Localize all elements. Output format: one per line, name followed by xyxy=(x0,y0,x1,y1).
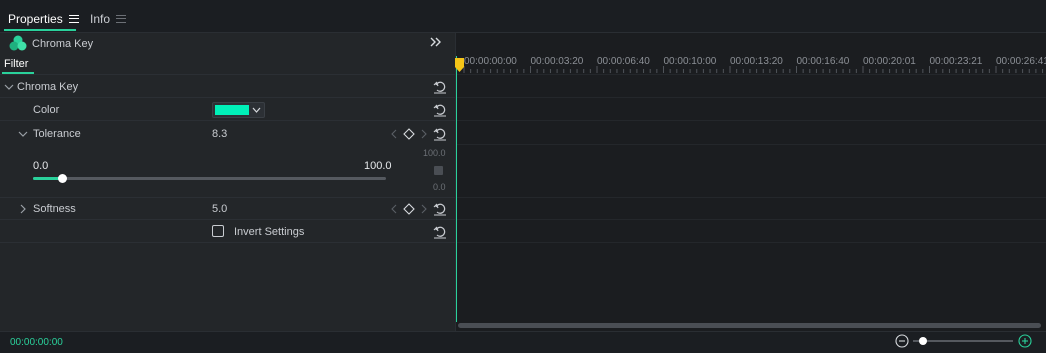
track-line xyxy=(456,120,1046,121)
chevron-down-icon[interactable] xyxy=(18,129,28,139)
playhead-handle[interactable] xyxy=(455,58,464,72)
track-line xyxy=(456,74,1046,75)
zoom-in-icon[interactable] xyxy=(1018,334,1032,348)
menu-icon xyxy=(68,15,79,23)
slider-min-label: 0.0 xyxy=(33,160,49,172)
reset-icon[interactable] xyxy=(433,127,447,141)
color-label: Color xyxy=(33,104,60,116)
double-chevron-right-icon[interactable] xyxy=(429,35,443,49)
slider-max-label: 100.0 xyxy=(364,160,392,172)
divider xyxy=(0,97,455,98)
value-input-icon[interactable] xyxy=(434,166,443,175)
ruler-tick-label: 00:00:23:21 xyxy=(929,56,983,67)
section-chroma-key: Chroma Key xyxy=(17,81,79,93)
divider xyxy=(0,120,455,121)
timeline-scrollbar[interactable] xyxy=(458,323,1041,328)
reset-icon[interactable] xyxy=(433,202,447,216)
keyframe-timeline[interactable] xyxy=(456,33,1046,331)
chevron-down-icon[interactable] xyxy=(4,82,14,92)
track-line xyxy=(456,97,1046,98)
reset-icon[interactable] xyxy=(433,225,447,239)
track-line xyxy=(456,242,1046,243)
subtab-filter[interactable]: Filter xyxy=(4,58,28,70)
color-picker[interactable] xyxy=(212,102,265,118)
keyframe-controls xyxy=(390,127,436,141)
reset-icon[interactable] xyxy=(433,103,447,117)
playhead-line xyxy=(456,56,457,322)
reset-icon[interactable] xyxy=(433,80,447,94)
panel-tab-bar xyxy=(0,0,1046,33)
ruler-tick-label: 00:00:20:01 xyxy=(863,56,916,67)
ruler-tick-label: 00:00:03:20 xyxy=(530,56,584,67)
divider xyxy=(0,74,455,75)
invert-checkbox[interactable] xyxy=(212,225,224,237)
ruler-tick-label: 00:00:13:20 xyxy=(730,56,783,67)
track-line xyxy=(456,144,1046,145)
zoom-slider-track[interactable] xyxy=(913,337,1013,345)
invert-label: Invert Settings xyxy=(234,226,305,238)
divider xyxy=(0,242,455,243)
divider xyxy=(0,197,455,198)
color-swatch xyxy=(215,105,249,115)
ruler-tick-label: 00:00:00:00 xyxy=(464,56,517,67)
ruler-tick-label: 00:00:06:40 xyxy=(597,56,650,67)
ruler-tick-label: 00:00:10:00 xyxy=(663,56,717,67)
tolerance-slider-track[interactable] xyxy=(33,174,386,183)
track-line xyxy=(456,197,1046,198)
keyframe-controls xyxy=(390,202,436,216)
color-circles-icon xyxy=(9,35,27,51)
softness-label: Softness xyxy=(33,203,76,215)
tolerance-label: Tolerance xyxy=(33,128,81,140)
menu-icon xyxy=(116,15,127,23)
tab-info-label: Info xyxy=(90,12,111,26)
footer-bar xyxy=(0,331,1046,353)
ruler-tick-label: 00:00:26:41 xyxy=(996,56,1046,67)
track-line xyxy=(456,219,1046,220)
divider xyxy=(0,219,455,220)
tab-info[interactable]: Info xyxy=(90,6,127,32)
side-max-label: 100.0 xyxy=(423,148,446,158)
zoom-out-icon[interactable] xyxy=(895,334,909,348)
effect-name: Chroma Key xyxy=(32,38,94,50)
tab-properties-label: Properties xyxy=(8,12,63,26)
current-timecode: 00:00:00:00 xyxy=(10,337,63,348)
softness-value[interactable]: 5.0 xyxy=(212,203,227,215)
side-min-label: 0.0 xyxy=(433,182,446,192)
tolerance-value[interactable]: 8.3 xyxy=(212,128,227,140)
properties-panel xyxy=(0,33,455,331)
ruler-tick-label: 00:00:16:40 xyxy=(796,56,850,67)
zoom-slider-thumb[interactable] xyxy=(919,337,927,345)
chevron-down-icon xyxy=(252,107,261,113)
chevron-right-icon[interactable] xyxy=(18,204,28,214)
active-tab-indicator xyxy=(4,29,76,31)
